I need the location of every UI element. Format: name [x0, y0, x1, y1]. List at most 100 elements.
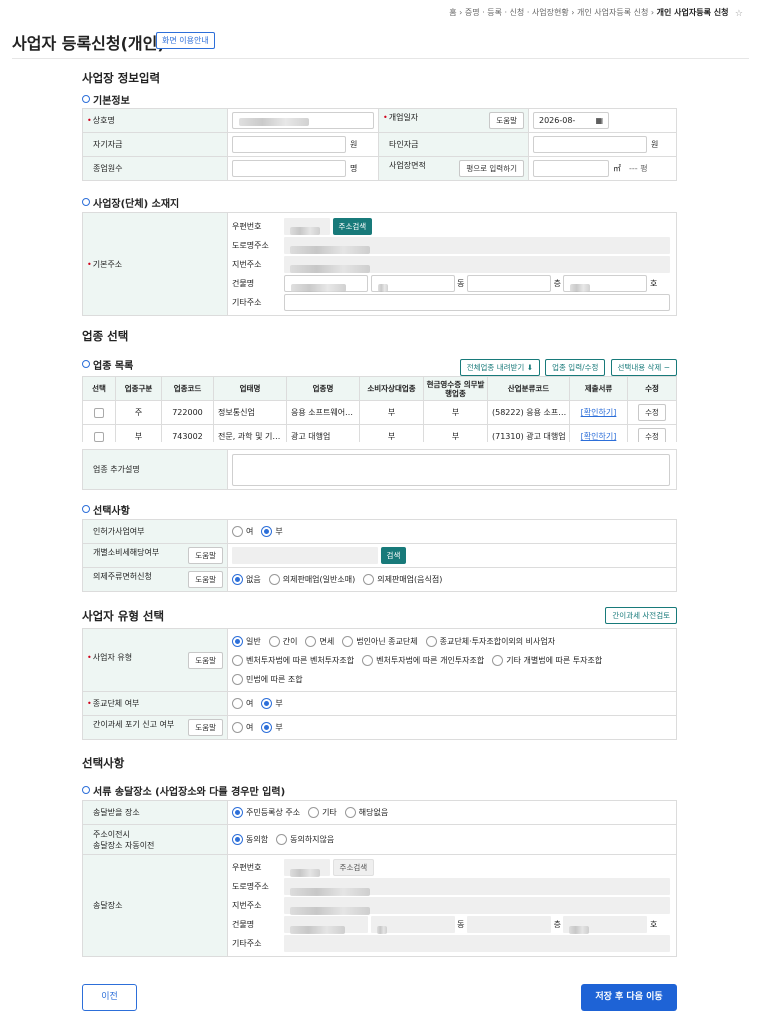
liquor-none-radio[interactable]: 없음: [232, 574, 261, 585]
save-next-button[interactable]: 저장 후 다음 이동: [581, 984, 677, 1011]
row-edit-button[interactable]: 수정: [638, 404, 666, 421]
waive-no-radio[interactable]: 부: [261, 722, 283, 733]
breadcrumb-item[interactable]: 증명 · 등록 · 신청 · 사업장현황: [465, 8, 569, 17]
dong-input[interactable]: [370, 274, 455, 292]
prev-button[interactable]: 이전: [82, 984, 137, 1011]
liquor-retail-radio[interactable]: 의제판매업(일반소매): [268, 574, 355, 585]
other-address-label: 기타주소: [232, 297, 262, 307]
confirm-docs-link[interactable]: [확인하기]: [581, 432, 617, 441]
delivery-lot-value: [284, 897, 670, 915]
dong-unit: 동: [457, 278, 465, 288]
breadcrumb-item[interactable]: 개인 사업자등록 신청: [577, 8, 648, 17]
permit-no-radio[interactable]: 부: [261, 526, 283, 537]
religious-no-radio[interactable]: 부: [261, 698, 283, 709]
type-religious-radio[interactable]: 법인아닌 종교단체: [342, 632, 418, 651]
row-cash: 부: [423, 400, 488, 425]
excise-help-button[interactable]: 도움말: [188, 547, 223, 564]
section-title-delivery: 선택사항: [82, 756, 125, 770]
waive-help-button[interactable]: 도움말: [188, 719, 223, 736]
col-cash: 현금영수증 의무발행업종: [423, 376, 488, 401]
capital-unit: 원: [350, 140, 358, 149]
open-date-help-button[interactable]: 도움말: [489, 112, 524, 129]
excise-label: 개별소비세해당여부 도움말: [82, 543, 228, 568]
biz-type-table: •사업자 유형 도움말 일반 간이 면세 법인아닌 종교단체 종교단체·투자조합이외의 비…: [82, 628, 677, 740]
employees-label: 종업원수: [82, 156, 228, 181]
row-checkbox[interactable]: [94, 431, 104, 442]
other-address-input[interactable]: [284, 293, 670, 311]
place-none-radio[interactable]: 해당없음: [344, 807, 388, 818]
floor-unit: 층: [553, 278, 561, 288]
col-type: 업종구분: [115, 376, 162, 401]
industry-edit-button[interactable]: 업종 입력/수정: [545, 359, 606, 376]
calendar-icon[interactable]: ▦: [595, 113, 603, 128]
liquor-help-button[interactable]: 도움말: [188, 571, 223, 588]
screen-guide-button[interactable]: 화면 이용안내: [156, 32, 215, 49]
col-edit: 수정: [627, 376, 677, 401]
download-icon: ⬇: [526, 363, 534, 372]
waive-yes-radio[interactable]: 여: [232, 722, 253, 733]
delivery-ho-unit: 호: [650, 920, 658, 929]
type-venture-radio[interactable]: 벤처투자법에 따른 벤처투자조합: [232, 651, 354, 670]
row-name: 응용 소프트웨어…: [286, 400, 360, 425]
religious-yes-radio[interactable]: 여: [232, 698, 253, 709]
delivery-other-label: 기타주소: [232, 939, 262, 948]
delivery-road-label: 도로명주소: [232, 882, 269, 891]
move-agree-radio[interactable]: 동의함: [232, 834, 268, 845]
row-class: (58222) 응용 소프…: [487, 400, 570, 425]
col-consumer: 소비자상대업종: [359, 376, 424, 401]
move-disagree-radio[interactable]: 동의하지않음: [276, 834, 334, 845]
industry-table: 선택 업종구분 업종코드 업태명 업종명 소비자상대업종 현금영수증 의무발행업…: [82, 376, 677, 442]
download-all-button[interactable]: 전체업종 내려받기 ⬇: [459, 359, 541, 376]
place-other-radio[interactable]: 기타: [308, 807, 337, 818]
excise-search-button[interactable]: 검색: [380, 547, 407, 564]
floor-input[interactable]: [467, 274, 552, 292]
basic-info-table: •상호명 •개업일자 도움말 2026-08- ▦ 자기자금 원 타인자금 원 종업…: [82, 108, 677, 181]
religious-label: •종교단체 여부: [82, 691, 228, 716]
place-resident-radio[interactable]: 주민등록상 주소: [232, 807, 300, 818]
breadcrumb-separator: ›: [650, 8, 655, 17]
excise-value: [232, 547, 378, 564]
simplified-precheck-button[interactable]: 간이과세 사전검토: [605, 607, 677, 624]
location-table: •기본주소 우편번호 주소검색 도로명주소 지번주소 건물명 동 층 호 기타주…: [82, 212, 677, 316]
biz-type-help-button[interactable]: 도움말: [188, 651, 223, 669]
subsection-title-location: 사업장(단체) 소재지: [82, 195, 179, 210]
row-class: (71310) 광고 대행업: [487, 424, 570, 442]
star-icon[interactable]: ☆: [734, 10, 743, 19]
type-other-invest-radio[interactable]: 기타 개별법에 따른 투자조합: [492, 651, 602, 670]
row-checkbox[interactable]: [94, 407, 104, 418]
lot-address-value: [284, 255, 670, 273]
section-title-biz-type: 사업자 유형 선택: [82, 609, 165, 623]
ho-input[interactable]: [563, 274, 648, 292]
other-capital-input[interactable]: [533, 136, 647, 153]
type-general-radio[interactable]: 일반: [232, 632, 261, 651]
type-civil-radio[interactable]: 민법에 따른 조합: [232, 670, 303, 689]
type-exempt-radio[interactable]: 면세: [305, 632, 334, 651]
capital-input[interactable]: [232, 136, 346, 153]
liquor-label: 의제주류면허신청 도움말: [82, 567, 228, 592]
type-personal-invest-radio[interactable]: 벤처투자법에 따른 개인투자조합: [362, 651, 484, 670]
confirm-docs-link[interactable]: [확인하기]: [581, 408, 617, 417]
breadcrumb-separator: ›: [459, 8, 463, 17]
type-simple-radio[interactable]: 간이: [268, 632, 297, 651]
area-unit: ㎡: [613, 164, 621, 173]
company-name-input[interactable]: [232, 112, 374, 129]
delivery-address-search-button[interactable]: 주소검색: [332, 859, 375, 876]
delivery-postcode-label: 우편번호: [232, 863, 262, 872]
delete-selected-button[interactable]: 선택내용 삭제 −: [610, 359, 677, 376]
breadcrumb-home[interactable]: 홈: [449, 8, 456, 17]
delivery-dong-input: [370, 916, 455, 934]
pyeong-input-button[interactable]: 평으로 입력하기: [459, 160, 524, 177]
type-nonbiz-radio[interactable]: 종교단체·투자조합이외의 비사업자: [425, 632, 555, 651]
permit-yes-radio[interactable]: 여: [232, 526, 253, 537]
building-input[interactable]: [284, 274, 368, 292]
row-edit-button[interactable]: 수정: [638, 428, 666, 442]
liquor-restaurant-radio[interactable]: 의제판매업(음식점): [363, 574, 442, 585]
other-capital-unit: 원: [651, 140, 659, 149]
open-date-input[interactable]: 2026-08- ▦: [533, 112, 609, 129]
area-input[interactable]: [533, 160, 609, 177]
address-search-button[interactable]: 주소검색: [332, 217, 373, 235]
ho-unit: 호: [650, 278, 658, 288]
table-row: 부 743002 전문, 과학 및 기… 광고 대행업 부 부 (71310) …: [82, 424, 677, 442]
industry-desc-textarea[interactable]: [232, 453, 670, 486]
employees-input[interactable]: [232, 160, 346, 177]
